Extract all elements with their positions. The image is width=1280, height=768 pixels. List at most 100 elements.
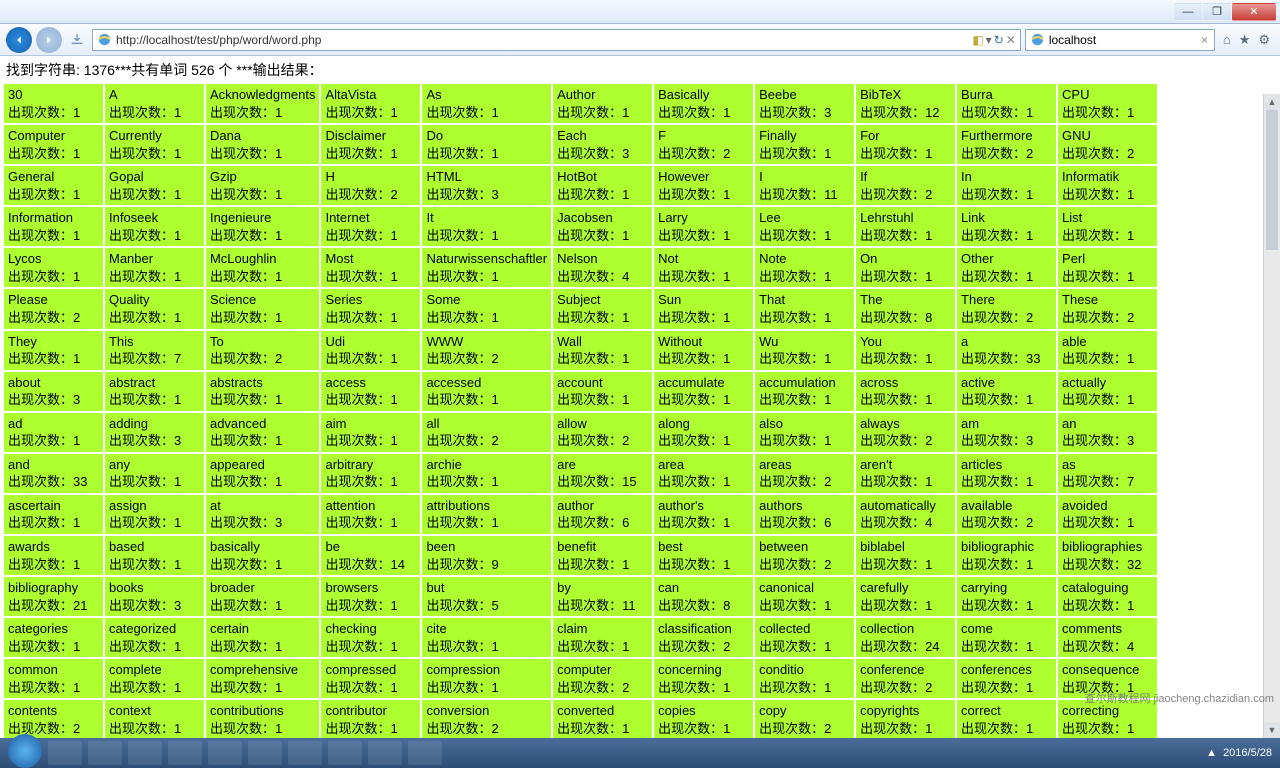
home-icon[interactable]: ⌂ (1223, 32, 1231, 48)
word-text: claim (557, 620, 648, 638)
word-text: Manber (109, 250, 200, 268)
scrollbar[interactable]: ▲ ▼ (1263, 94, 1280, 738)
stop-icon[interactable]: ✕ (1006, 33, 1016, 47)
word-count: 出现次数：1 (210, 720, 316, 738)
taskbar-app-3[interactable] (208, 741, 242, 765)
watermark: 查尔斯教程网 jiaocheng.chazidian.com (1084, 690, 1274, 706)
word-text: abstracts (210, 374, 316, 392)
window-max-button[interactable]: ❐ (1203, 3, 1231, 21)
compat-icon[interactable]: ◧ (972, 33, 983, 47)
word-cell: active出现次数：1 (957, 372, 1056, 411)
word-cell: comprehensive出现次数：1 (206, 659, 320, 698)
word-cell: attention出现次数：1 (321, 495, 420, 534)
taskbar-app-5[interactable] (288, 741, 322, 765)
word-text: AltaVista (325, 86, 416, 104)
word-text: Ingenieure (210, 209, 316, 227)
taskbar-app-7[interactable] (368, 741, 402, 765)
row-filler (1159, 454, 1258, 493)
word-cell: conference出现次数：2 (856, 659, 955, 698)
word-text: Perl (1062, 250, 1153, 268)
word-text: List (1062, 209, 1153, 227)
window-close-button[interactable]: ✕ (1232, 3, 1276, 21)
word-count: 出现次数：2 (426, 350, 547, 368)
word-cell: Wall出现次数：1 (553, 331, 652, 370)
dropdown-icon[interactable]: ▾ (986, 33, 992, 47)
word-text: To (210, 333, 316, 351)
taskbar-app-2[interactable] (168, 741, 202, 765)
word-text: Gopal (109, 168, 200, 186)
word-count: 出现次数：1 (325, 638, 416, 656)
tray-icon[interactable]: ▲ (1206, 747, 1217, 759)
taskbar-tray[interactable]: ▲ 2016/5/28 (1206, 747, 1272, 759)
taskbar-app-ie[interactable] (48, 741, 82, 765)
word-text: aim (325, 415, 416, 433)
browser-tab[interactable]: localhost × (1025, 29, 1215, 51)
word-count: 出现次数：6 (557, 514, 648, 532)
word-count: 出现次数：33 (961, 350, 1052, 368)
word-count: 出现次数：1 (8, 432, 99, 450)
scroll-thumb[interactable] (1266, 110, 1278, 250)
word-cell: Disclaimer出现次数：1 (321, 125, 420, 164)
word-count: 出现次数：1 (210, 227, 316, 245)
word-cell: converted出现次数：1 (553, 700, 652, 738)
url-bar[interactable]: http://localhost/test/php/word/word.php … (92, 29, 1021, 51)
word-text: copyrights (860, 702, 951, 720)
scroll-up-icon[interactable]: ▲ (1264, 94, 1280, 110)
word-cell: Subject出现次数：1 (553, 289, 652, 328)
word-cell: Currently出现次数：1 (105, 125, 204, 164)
window-min-button[interactable]: — (1174, 3, 1202, 21)
word-count: 出现次数：1 (658, 104, 749, 122)
word-text: books (109, 579, 200, 597)
word-text: copies (658, 702, 749, 720)
word-text: assign (109, 497, 200, 515)
word-cell: In出现次数：1 (957, 166, 1056, 205)
word-text: at (210, 497, 316, 515)
word-cell: compressed出现次数：1 (321, 659, 420, 698)
taskbar-app-6[interactable] (328, 741, 362, 765)
taskbar-app-explorer[interactable] (88, 741, 122, 765)
taskbar[interactable]: ▲ 2016/5/28 (0, 738, 1280, 768)
word-count: 出现次数：1 (961, 473, 1052, 491)
favorites-icon[interactable]: ★ (1239, 32, 1251, 48)
ie-icon (1030, 32, 1045, 47)
word-cell: 30出现次数：1 (4, 84, 103, 123)
word-cell: articles出现次数：1 (957, 454, 1056, 493)
word-cell: at出现次数：3 (206, 495, 320, 534)
word-cell: Do出现次数：1 (422, 125, 551, 164)
word-count: 出现次数：6 (759, 514, 850, 532)
forward-button[interactable] (36, 27, 62, 53)
word-cell: These出现次数：2 (1058, 289, 1157, 328)
word-cell: categorized出现次数：1 (105, 618, 204, 657)
word-count: 出现次数：1 (426, 514, 547, 532)
word-count: 出现次数：2 (860, 186, 951, 204)
word-cell: carrying出现次数：1 (957, 577, 1056, 616)
word-cell: Furthermore出现次数：2 (957, 125, 1056, 164)
word-cell: claim出现次数：1 (553, 618, 652, 657)
word-cell: context出现次数：1 (105, 700, 204, 738)
scroll-down-icon[interactable]: ▼ (1264, 722, 1280, 738)
taskbar-app-4[interactable] (248, 741, 282, 765)
word-text: bibliographic (961, 538, 1052, 556)
word-cell: A出现次数：1 (105, 84, 204, 123)
word-cell: It出现次数：1 (422, 207, 551, 246)
tools-icon[interactable]: ⚙ (1258, 32, 1270, 48)
word-count: 出现次数：2 (961, 514, 1052, 532)
download-button[interactable] (66, 29, 88, 51)
word-cell: bibliographic出现次数：1 (957, 536, 1056, 575)
page-content: 找到字符串: 1376***共有单词 526 个 ***输出结果： 30出现次数… (0, 56, 1280, 738)
word-cell: The出现次数：8 (856, 289, 955, 328)
word-text: If (860, 168, 951, 186)
word-text: contributor (325, 702, 416, 720)
tab-close-icon[interactable]: × (1199, 33, 1210, 47)
word-count: 出现次数：1 (557, 309, 648, 327)
taskbar-app-8[interactable] (408, 741, 442, 765)
word-count: 出现次数：3 (759, 104, 850, 122)
word-count: 出现次数：1 (426, 104, 547, 122)
back-button[interactable] (6, 27, 32, 53)
word-count: 出现次数：24 (860, 638, 951, 656)
taskbar-app-1[interactable] (128, 741, 162, 765)
word-count: 出现次数：2 (658, 145, 749, 163)
refresh-icon[interactable]: ↻ (994, 33, 1004, 47)
word-text: archie (426, 456, 547, 474)
start-orb[interactable] (8, 734, 42, 768)
